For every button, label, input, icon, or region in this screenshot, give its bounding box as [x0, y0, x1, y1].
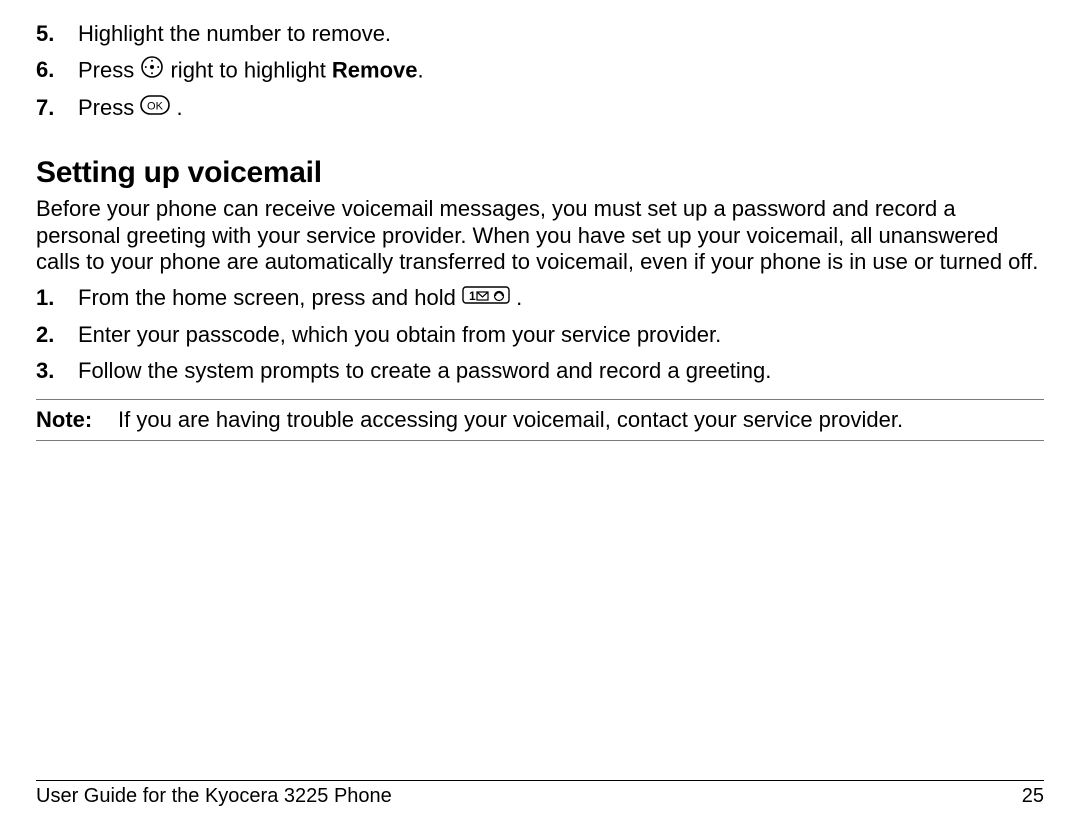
nav-right-icon: [140, 55, 164, 87]
vm-step-2: 2. Enter your passcode, which you obtain…: [36, 321, 1044, 350]
step-number: 1.: [36, 285, 78, 311]
step-7: 7. Press OK .: [36, 94, 1044, 123]
vm-step-3: 3. Follow the system prompts to create a…: [36, 357, 1044, 386]
section-heading: Setting up voicemail: [36, 156, 1044, 190]
svg-text:1: 1: [469, 289, 476, 303]
voicemail-key-icon: 1: [462, 284, 510, 314]
vm-step-1: 1. From the home screen, press and hold …: [36, 284, 1044, 314]
continued-steps: 5. Highlight the number to remove. 6. Pr…: [36, 20, 1044, 124]
step-number: 3.: [36, 358, 78, 384]
page: 5. Highlight the number to remove. 6. Pr…: [0, 0, 1080, 834]
step-text: Press OK .: [78, 94, 183, 123]
svg-text:OK: OK: [147, 101, 164, 113]
step-text: Highlight the number to remove.: [78, 20, 391, 49]
step-number: 5.: [36, 21, 78, 47]
voicemail-steps: 1. From the home screen, press and hold …: [36, 284, 1044, 385]
step-text: Follow the system prompts to create a pa…: [78, 357, 771, 386]
note-label: Note:: [36, 406, 118, 434]
note-text: If you are having trouble accessing your…: [118, 406, 903, 434]
section-body: Before your phone can receive voicemail …: [36, 196, 1044, 276]
step-text: From the home screen, press and hold 1 .: [78, 284, 522, 314]
step-text: Press right to highlight Remove.: [78, 56, 424, 88]
footer-left: User Guide for the Kyocera 3225 Phone: [36, 785, 392, 808]
step-6: 6. Press right to highlight Remove.: [36, 56, 1044, 88]
step-number: 7.: [36, 95, 78, 121]
step-number: 6.: [36, 57, 78, 83]
step-number: 2.: [36, 322, 78, 348]
remove-label: Remove: [332, 57, 418, 82]
page-footer: User Guide for the Kyocera 3225 Phone 25: [36, 780, 1044, 808]
step-5: 5. Highlight the number to remove.: [36, 20, 1044, 49]
step-text: Enter your passcode, which you obtain fr…: [78, 321, 721, 350]
ok-button-icon: OK: [140, 94, 170, 123]
page-number: 25: [1022, 785, 1044, 808]
note-box: Note: If you are having trouble accessin…: [36, 399, 1044, 441]
